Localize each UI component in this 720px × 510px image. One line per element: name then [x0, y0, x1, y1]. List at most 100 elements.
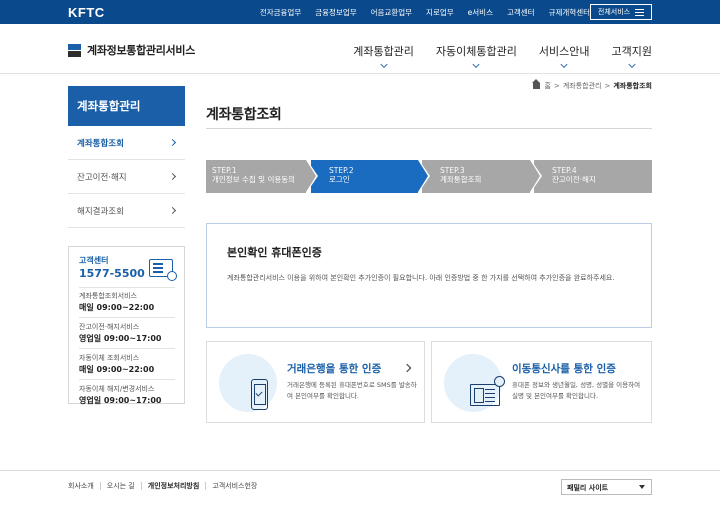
- service-name: 계좌통합조회서비스: [79, 292, 137, 300]
- step-4: STEP.4 잔고이전·해지: [534, 160, 652, 193]
- top-link-customer-center[interactable]: 고객센터: [507, 7, 535, 18]
- step-label: 계좌통합조회: [440, 175, 482, 184]
- footer-link-about[interactable]: 회사소개: [68, 482, 100, 490]
- breadcrumb-section[interactable]: 계좌통합관리: [563, 81, 602, 91]
- divider: [79, 287, 175, 288]
- service-hours: 매일 09:00~22:00: [79, 303, 155, 312]
- chevron-right-icon: [168, 172, 177, 181]
- menu-icon: [635, 8, 645, 16]
- customer-center-box: 고객센터 1577-5500 계좌통합조회서비스 매일 09:00~22:00 …: [68, 246, 185, 406]
- service-hours-row: 자동이체 해지/변경서비스 영업일 09:00~17:00: [79, 379, 175, 406]
- step-number: STEP.4: [552, 166, 577, 175]
- auth-info-box: 본인확인 휴대폰인증 계좌통합관리서비스 이용을 위하여 본인확인 추가인증이 …: [206, 223, 652, 328]
- step-number: STEP.1: [212, 166, 237, 175]
- breadcrumb-separator: >: [553, 82, 560, 90]
- top-link-eservice[interactable]: e서비스: [468, 7, 493, 18]
- breadcrumb-home[interactable]: 홈: [545, 81, 551, 91]
- nav-account-management[interactable]: 계좌통합관리: [353, 43, 414, 69]
- service-name: 자동이체 조회서비스: [79, 354, 140, 362]
- top-link-financial-info[interactable]: 금융정보업무: [315, 7, 356, 18]
- footer-link-privacy[interactable]: 개인정보처리방침: [140, 482, 206, 490]
- chevron-down-icon: [560, 60, 568, 69]
- family-site-label: 패밀리 사이트: [567, 484, 609, 492]
- footer-link-directions[interactable]: 오시는 길: [99, 482, 141, 490]
- sidebar-title: 계좌통합관리: [68, 86, 185, 126]
- site-header: 계좌정보통합관리서비스 계좌통합관리 자동이체통합관리 서비스안내 고객지원: [0, 24, 720, 74]
- brand-logo[interactable]: 계좌정보통합관리서비스: [68, 42, 195, 58]
- step-progress: STEP.1 개인정보 수집 및 이용동의 STEP.2 로그인 STEP.3 …: [206, 160, 652, 193]
- main-nav: 계좌통합관리 자동이체통합관리 서비스안내 고객지원: [353, 43, 652, 69]
- top-bar: KFTC 전자금융업무 금융정보업무 어음교환업무 지로업무 e서비스 고객센터…: [0, 0, 720, 24]
- nav-service-guide[interactable]: 서비스안내: [538, 43, 590, 69]
- brand-name: 계좌정보통합관리서비스: [87, 44, 196, 57]
- chevron-down-icon: [628, 60, 636, 69]
- service-hours: 영업일 09:00~17:00: [79, 334, 162, 343]
- step-1: STEP.1 개인정보 수집 및 이용동의: [206, 160, 318, 193]
- step-2: STEP.2 로그인: [311, 160, 430, 193]
- top-link-regulation-reform[interactable]: 규제개혁센터: [549, 7, 590, 18]
- home-icon: [531, 79, 540, 89]
- chevron-right-icon: [402, 363, 412, 373]
- top-link-giro[interactable]: 지로업무: [426, 7, 454, 18]
- sidebar: 계좌통합관리 계좌통합조회 잔고이전·해지 해지결과조회: [68, 86, 185, 228]
- step-label: 잔고이전·해지: [552, 175, 596, 184]
- service-name: 자동이체 해지/변경서비스: [79, 385, 155, 393]
- page-title: 계좌통합조회: [206, 107, 282, 123]
- breadcrumb: 홈 > 계좌통합관리 > 계좌통합조회: [531, 79, 652, 91]
- footer-divider: [0, 470, 720, 471]
- id-card-icon: [470, 376, 505, 406]
- customer-center-icon: [149, 259, 177, 281]
- sidebar-item-termination-result[interactable]: 해지결과조회: [68, 194, 185, 228]
- chevron-down-icon: [472, 60, 480, 69]
- icon-circle: [219, 354, 277, 412]
- footer-links: 회사소개 오시는 길 개인정보처리방침 고객서비스헌장: [68, 482, 263, 490]
- service-hours: 영업일 09:00~17:00: [79, 396, 162, 405]
- divider: [206, 128, 652, 129]
- step-label: 로그인: [329, 175, 350, 184]
- auth-title: 본인확인 휴대폰인증: [227, 246, 322, 259]
- bank-auth-card[interactable]: 거래은행을 통한 인증 거래은행에 등록된 휴대폰번호로 SMS를 발송하여 본…: [206, 341, 425, 423]
- service-name: 잔고이전·해지서비스: [79, 323, 140, 331]
- breadcrumb-current: 계좌통합조회: [613, 82, 652, 90]
- top-link-electronic-finance[interactable]: 전자금융업무: [260, 7, 301, 18]
- nav-auto-transfer-management[interactable]: 자동이체통합관리: [435, 43, 517, 69]
- sidebar-item-label: 잔고이전·해지: [77, 172, 127, 183]
- brand-mark-icon: [68, 43, 81, 57]
- sidebar-item-account-inquiry[interactable]: 계좌통합조회: [68, 126, 185, 160]
- top-nav: 전자금융업무 금융정보업무 어음교환업무 지로업무 e서비스 고객센터 규제개혁…: [246, 0, 590, 24]
- service-hours: 매일 09:00~22:00: [79, 365, 155, 374]
- nav-label: 계좌통합관리: [353, 45, 414, 58]
- carrier-auth-card[interactable]: 이동통신사를 통한 인증 휴대폰 정보와 생년월일, 성명, 성별을 이용하여 …: [431, 341, 652, 423]
- footer-link-service-charter[interactable]: 고객서비스헌장: [205, 482, 263, 490]
- icon-circle: [444, 354, 505, 412]
- breadcrumb-separator: >: [604, 82, 611, 90]
- step-label: 개인정보 수집 및 이용동의: [212, 175, 296, 184]
- smartphone-check-icon: [251, 379, 268, 410]
- service-hours-row: 자동이체 조회서비스 매일 09:00~22:00: [79, 348, 175, 375]
- service-hours-row: 잔고이전·해지서비스 영업일 09:00~17:00: [79, 317, 175, 344]
- step-number: STEP.3: [440, 166, 465, 175]
- sidebar-item-balance-transfer[interactable]: 잔고이전·해지: [68, 160, 185, 194]
- all-services-button[interactable]: 전체서비스: [590, 4, 652, 20]
- nav-customer-support[interactable]: 고객지원: [611, 43, 652, 69]
- chevron-right-icon: [168, 138, 177, 147]
- sidebar-item-label: 해지결과조회: [77, 206, 124, 217]
- step-3: STEP.3 계좌통합조회: [422, 160, 542, 193]
- chevron-right-icon: [168, 206, 177, 215]
- card-title: 거래은행을 통한 인증: [287, 363, 382, 375]
- all-services-label: 전체서비스: [597, 8, 631, 16]
- caret-down-icon: [639, 485, 645, 489]
- nav-label: 자동이체통합관리: [435, 45, 517, 58]
- auth-description: 계좌통합관리서비스 이용을 위하여 본인확인 추가인증이 필요합니다. 아래 인…: [227, 274, 615, 282]
- service-hours-row: 계좌통합조회서비스 매일 09:00~22:00: [79, 291, 184, 313]
- kftc-logo[interactable]: KFTC: [68, 5, 105, 20]
- top-link-bill-clearing[interactable]: 어음교환업무: [371, 7, 412, 18]
- card-description: 휴대폰 정보와 생년월일, 성명, 성별을 이용하여 실명 및 본인여부를 확인…: [512, 381, 641, 400]
- chevron-down-icon: [380, 60, 388, 69]
- nav-label: 고객지원: [611, 45, 652, 58]
- card-title: 이동통신사를 통한 인증: [512, 363, 616, 375]
- card-description: 거래은행에 등록된 휴대폰번호로 SMS를 발송하여 본인여부를 확인합니다.: [287, 381, 417, 400]
- family-site-select[interactable]: 패밀리 사이트: [561, 479, 652, 495]
- step-number: STEP.2: [329, 166, 354, 175]
- nav-label: 서비스안내: [538, 45, 590, 58]
